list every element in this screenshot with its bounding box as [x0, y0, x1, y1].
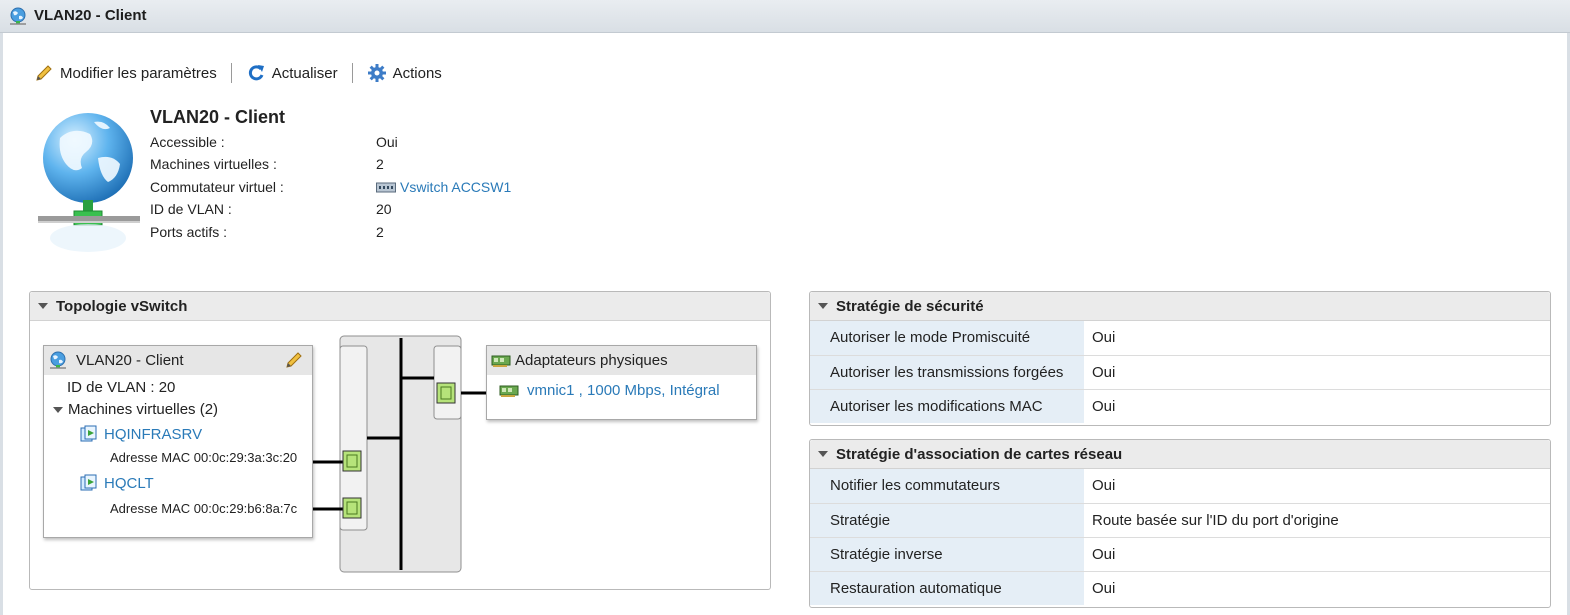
pencil-icon — [36, 65, 52, 81]
row-value: Route basée sur l'ID du port d'origine — [1084, 503, 1550, 538]
table-row: Autoriser les modifications MAC Oui — [810, 389, 1550, 423]
teaming-panel-header[interactable]: Stratégie d'association de cartes réseau — [810, 440, 1550, 469]
table-row: Notifier les commutateurs Oui — [810, 469, 1550, 504]
row-value: Oui — [1084, 321, 1550, 356]
vm-link[interactable]: HQCLT — [104, 475, 154, 492]
physical-adapters-title: Adaptateurs physiques — [515, 352, 668, 369]
edit-settings-button[interactable]: Modifier les paramètres — [34, 63, 217, 83]
refresh-label: Actualiser — [271, 64, 338, 82]
gear-icon — [367, 64, 386, 82]
row-label: Autoriser les modifications MAC — [810, 389, 1084, 423]
edit-settings-label: Modifier les paramètres — [60, 64, 217, 82]
window-title: VLAN20 - Client — [34, 7, 147, 24]
actions-button[interactable]: Actions — [367, 63, 442, 83]
table-row: Stratégie inverse Oui — [810, 537, 1550, 572]
network-globe-icon — [50, 351, 66, 369]
edit-pencil-icon[interactable] — [284, 350, 304, 370]
toolbar: Modifier les paramètres Actualiser Actio… — [34, 60, 442, 86]
table-row: Restauration automatique Oui — [810, 571, 1550, 605]
security-table: Autoriser le mode Promiscuité Oui Autoris… — [810, 321, 1550, 423]
portgroup-name: VLAN20 - Client — [76, 352, 184, 369]
accessible-value: Oui — [376, 134, 398, 150]
table-row: Autoriser le mode Promiscuité Oui — [810, 321, 1550, 356]
window-left-border — [0, 33, 3, 615]
toolbar-separator — [230, 63, 232, 83]
window-titlebar: VLAN20 - Client — [0, 0, 1570, 33]
active-ports-value: 2 — [376, 224, 384, 240]
security-panel-title: Stratégie de sécurité — [836, 297, 984, 315]
row-label: Stratégie inverse — [810, 537, 1084, 572]
page-title: VLAN20 - Client — [150, 107, 286, 127]
nic-entry: vmnic1 , 1000 Mbps, Intégral — [499, 382, 720, 399]
vswitch-topology-panel: Topologie vSwitch VLAN20 - Client ID de … — [29, 291, 771, 590]
row-value: Oui — [1084, 469, 1550, 504]
virtual-machine-icon — [80, 425, 97, 442]
table-row: Autoriser les transmissions forgées Oui — [810, 355, 1550, 390]
network-card-icon — [499, 385, 519, 397]
vm-link[interactable]: HQINFRASRV — [104, 426, 202, 443]
network-globe-icon — [10, 7, 26, 25]
vm-entry: HQINFRASRV — [80, 425, 202, 443]
collapse-caret-icon — [38, 303, 48, 309]
vm-count-value: 2 — [376, 156, 384, 172]
active-ports-label: Ports actifs : — [150, 224, 228, 240]
vswitch-link[interactable]: Vswitch ACCSW1 — [400, 179, 511, 195]
vswitch-value: Vswitch ACCSW1 — [376, 179, 511, 195]
security-policy-panel: Stratégie de sécurité Autoriser le mode … — [809, 291, 1551, 426]
row-label: Stratégie — [810, 503, 1084, 538]
row-label: Notifier les commutateurs — [810, 469, 1084, 504]
network-globe-icon — [38, 113, 140, 252]
vm-list-toggle[interactable]: Machines virtuelles (2) — [53, 401, 218, 418]
actions-label: Actions — [392, 64, 442, 82]
refresh-button[interactable]: Actualiser — [246, 63, 338, 83]
uplink-port-icon — [436, 382, 456, 404]
topology-panel-header[interactable]: Topologie vSwitch — [30, 292, 770, 321]
nic-link[interactable]: vmnic1 , 1000 Mbps, Intégral — [527, 382, 720, 399]
physical-adapters-header: Adaptateurs physiques — [487, 346, 756, 375]
portgroup-vlan-id: ID de VLAN : 20 — [67, 379, 176, 396]
vm-count-label: Machines virtuelles : — [150, 156, 277, 172]
teaming-table: Notifier les commutateurs Oui Stratégie Ro… — [810, 469, 1550, 605]
collapse-caret-icon — [818, 303, 828, 309]
vswitch-label: Commutateur virtuel : — [150, 179, 284, 195]
row-label: Autoriser le mode Promiscuité — [810, 321, 1084, 356]
collapse-caret-icon — [818, 451, 828, 457]
refresh-icon — [248, 65, 264, 81]
physical-adapters-card: Adaptateurs physiques vmnic1 , 1000 Mbps… — [486, 345, 757, 420]
vm-mac-address: Adresse MAC 00:0c:29:3a:3c:20 — [110, 450, 298, 465]
port-icon — [342, 497, 362, 519]
topology-panel-title: Topologie vSwitch — [56, 297, 188, 315]
portgroup-card: VLAN20 - Client ID de VLAN : 20 Machines… — [43, 345, 313, 538]
vm-entry: HQCLT — [80, 474, 154, 492]
row-value: Oui — [1092, 397, 1116, 415]
row-value: Oui — [1084, 537, 1550, 572]
port-icon — [342, 450, 362, 472]
row-value: Oui — [1084, 355, 1550, 390]
accessible-label: Accessible : — [150, 134, 225, 150]
switch-icon — [376, 182, 396, 193]
vlan-id-label: ID de VLAN : — [150, 201, 232, 217]
expand-caret-icon — [53, 406, 63, 413]
virtual-machine-icon — [80, 474, 97, 491]
nic-teaming-panel: Stratégie d'association de cartes réseau… — [809, 439, 1551, 608]
toolbar-separator — [351, 63, 353, 83]
teaming-panel-title: Stratégie d'association de cartes réseau — [836, 445, 1123, 463]
security-panel-header[interactable]: Stratégie de sécurité — [810, 292, 1550, 321]
row-label: Restauration automatique — [810, 571, 1084, 605]
row-value: Oui — [1092, 579, 1116, 597]
vlan-id-value: 20 — [376, 201, 392, 217]
portgroup-card-header: VLAN20 - Client — [44, 346, 312, 375]
row-label: Autoriser les transmissions forgées — [810, 355, 1084, 390]
vm-mac-address: Adresse MAC 00:0c:29:b6:8a:7c — [110, 501, 298, 516]
network-card-icon — [491, 355, 511, 367]
table-row: Stratégie Route basée sur l'ID du port d'… — [810, 503, 1550, 538]
vm-list-label: Machines virtuelles (2) — [68, 401, 219, 418]
